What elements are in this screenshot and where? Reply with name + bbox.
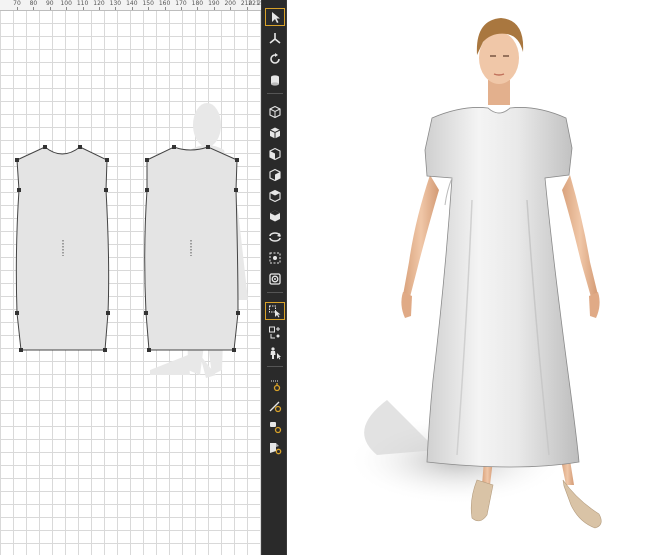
tack-tool-icon [270,422,282,434]
reset-rotation-button[interactable] [265,228,285,246]
edit-line-tool-icon [269,401,282,413]
view-cube-right-icon [269,168,281,182]
select-garment-icon [269,305,281,318]
arrangement-points-button[interactable] [265,323,285,341]
view-cube-left-icon [269,147,281,161]
view-cube-bottom-button[interactable] [265,207,285,225]
pattern-piece-front[interactable] [15,145,110,352]
view-cube-front-button[interactable] [265,103,285,121]
camera-target-icon [269,273,281,285]
pattern-canvas[interactable] [0,0,261,555]
toolbar-separator [267,93,283,94]
fold-tool-icon [270,443,282,455]
arrangement-points-icon [269,326,280,339]
fold-tool-button[interactable] [265,439,285,457]
rotate-tool-icon [270,53,280,64]
3d-garment-window[interactable] [287,0,669,555]
select-garment-button[interactable] [265,302,285,320]
select-pointer-icon [272,12,280,23]
view-cube-back-icon [269,127,281,139]
tack-tool-button[interactable] [265,418,285,436]
rotate-tool-button[interactable] [265,50,285,68]
select-pointer-button[interactable] [265,8,285,26]
view-cube-front-icon [269,105,281,119]
view-cube-top-icon [269,189,281,203]
view-cube-left-button[interactable] [265,145,285,163]
pattern-piece-back[interactable] [144,145,240,352]
zoom-fit-button[interactable] [265,249,285,267]
3d-window-toolbar [261,0,287,555]
reset-rotation-icon [269,232,281,242]
transform-pin-button[interactable] [265,29,285,47]
edit-line-tool-button[interactable] [265,397,285,415]
toolbar-separator [267,292,283,293]
zoom-fit-icon [269,252,281,264]
dress-garment [424,107,580,468]
toolbar-separator [267,366,283,367]
right-shoe [562,479,602,529]
view-cube-back-button[interactable] [265,124,285,142]
pin-tool-icon [271,380,281,392]
avatar-select-button[interactable] [265,344,285,362]
pin-tool-button[interactable] [265,376,285,394]
cylinder-button[interactable] [265,71,285,89]
avatar-select-icon [270,347,281,360]
pattern-window[interactable]: 70 80 90 100 110 120 130 140 150 160 170 180 190 200 2… [0,0,261,555]
view-cube-bottom-icon [270,210,280,222]
camera-target-button[interactable] [265,270,285,288]
cylinder-icon [271,75,279,86]
view-cube-top-button[interactable] [265,187,285,205]
view-cube-right-button[interactable] [265,166,285,184]
3d-canvas[interactable] [287,0,669,555]
transform-pin-icon [269,33,281,44]
